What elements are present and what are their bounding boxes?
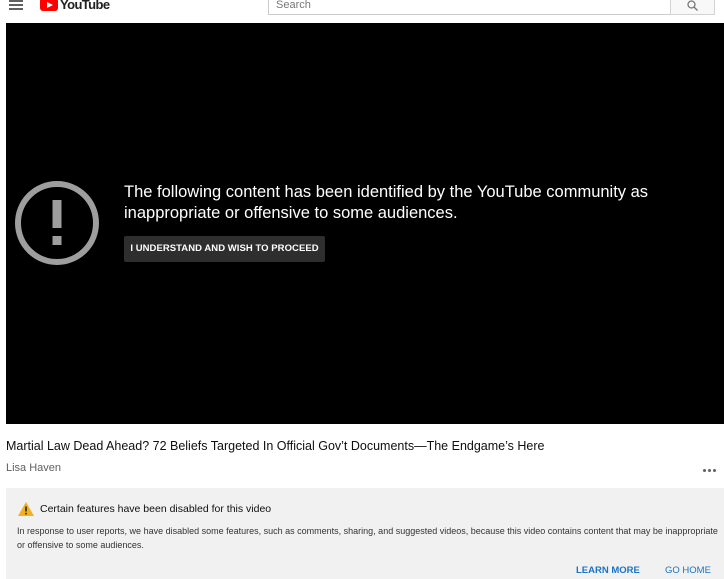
search-button[interactable] [670, 0, 715, 15]
learn-more-link[interactable]: LEARN MORE [576, 565, 640, 576]
youtube-play-icon [40, 0, 58, 11]
disabled-features-notice: Certain features have been disabled for … [6, 488, 724, 579]
warning-triangle-icon [18, 502, 34, 516]
channel-name[interactable]: Lisa Haven [6, 462, 61, 474]
search-input[interactable]: Search [268, 0, 671, 15]
search-icon [687, 0, 698, 11]
video-player[interactable]: The following content has been identifie… [6, 23, 724, 424]
go-home-link[interactable]: GO HOME [665, 565, 711, 576]
content-warning-message: The following content has been identifie… [124, 183, 649, 222]
logo-text: YouTube [60, 0, 110, 12]
youtube-logo[interactable]: YouTube [40, 0, 110, 12]
notice-heading: Certain features have been disabled for … [40, 503, 272, 515]
top-bar: YouTube Search [0, 0, 724, 22]
exclamation-circle-icon [15, 181, 99, 265]
more-horizontal-icon[interactable] [703, 466, 719, 474]
notice-body: In response to user reports, we have dis… [17, 526, 718, 550]
proceed-button[interactable]: I UNDERSTAND AND WISH TO PROCEED [124, 236, 325, 262]
hamburger-menu-icon[interactable] [9, 0, 23, 10]
video-title: Martial Law Dead Ahead? 72 Beliefs Targe… [6, 439, 545, 453]
